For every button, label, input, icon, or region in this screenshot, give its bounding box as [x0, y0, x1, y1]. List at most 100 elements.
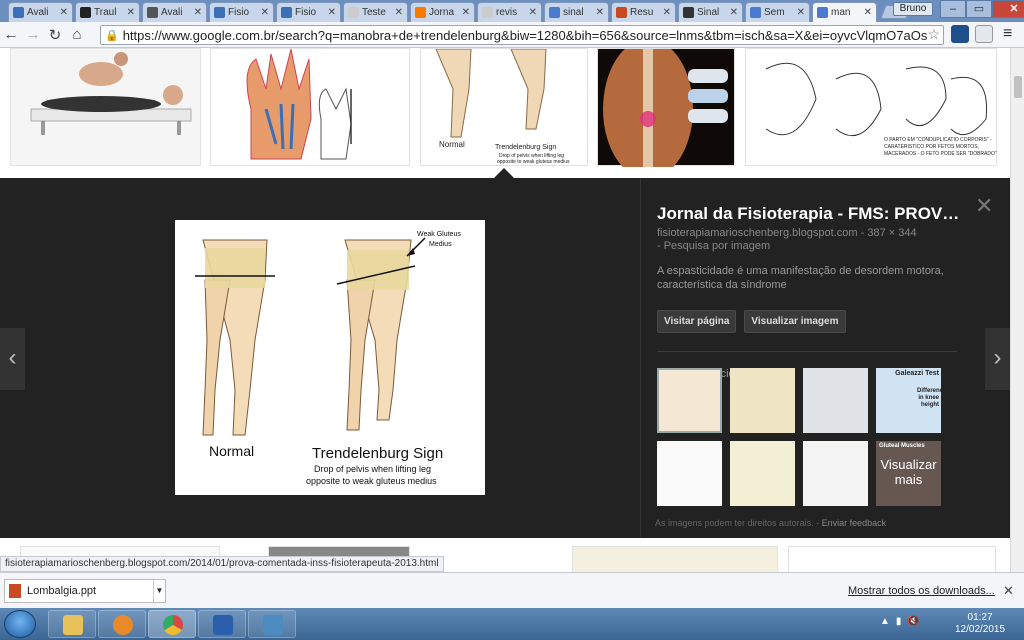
view-image-button[interactable]: Visualizar imagem	[744, 310, 846, 333]
related-image[interactable]	[730, 441, 795, 506]
svg-text:CARATERISTICO POR FETOS MORTOS: CARATERISTICO POR FETOS MORTOS,	[884, 144, 979, 150]
profile-button[interactable]: Bruno	[893, 2, 933, 16]
svg-text:O PARTO EM "CONDUPLICATIO CORP: O PARTO EM "CONDUPLICATIO CORPORIS" -	[884, 137, 992, 143]
related-gluteal-label: Gluteal Muscles	[879, 443, 925, 449]
show-hidden-icons-icon[interactable]: ▲	[880, 616, 890, 627]
tab-close-icon[interactable]: ✕	[60, 7, 68, 18]
label-normal: Normal	[209, 443, 254, 459]
volume-muted-icon[interactable]: 🔇	[907, 616, 919, 627]
related-image[interactable]	[803, 441, 868, 506]
tab-favicon-icon	[817, 7, 828, 18]
browser-tab[interactable]: Traul ✕	[75, 2, 140, 22]
taskbar-media-player[interactable]	[98, 610, 146, 638]
tab-title: Avali	[161, 7, 183, 18]
browser-tab[interactable]: Resu ✕	[611, 2, 676, 22]
tab-close-icon[interactable]: ✕	[797, 7, 805, 18]
browser-tab[interactable]: Sinal ✕	[678, 2, 743, 22]
tab-close-icon[interactable]: ✕	[127, 7, 135, 18]
image-title[interactable]: Jornal da Fisioterapia - FMS: PROV…	[657, 204, 1010, 224]
url-text: https://www.google.com.br/search?q=manob…	[122, 27, 928, 43]
tab-close-icon[interactable]: ✕	[261, 7, 269, 18]
start-button[interactable]	[4, 610, 36, 638]
tab-close-icon[interactable]: ✕	[395, 7, 403, 18]
tab-close-icon[interactable]: ✕	[328, 7, 336, 18]
result-thumb[interactable]	[10, 48, 201, 166]
back-icon[interactable]: ←	[0, 26, 22, 43]
browser-tab[interactable]: Avali ✕	[8, 2, 73, 22]
result-thumb[interactable]: O PARTO EM "CONDUPLICATIO CORPORIS" - CA…	[745, 48, 997, 166]
result-thumb[interactable]	[210, 48, 410, 166]
home-icon[interactable]: ⌂	[66, 26, 88, 43]
related-image[interactable]	[803, 368, 868, 433]
browser-tab[interactable]: revis ✕	[477, 2, 542, 22]
view-more-label: Visualizar mais	[876, 441, 941, 506]
result-thumb[interactable]	[572, 546, 778, 572]
show-all-downloads-link[interactable]: Mostrar todos os downloads...	[848, 585, 995, 597]
taskbar-photo-viewer[interactable]	[248, 610, 296, 638]
tab-close-icon[interactable]: ✕	[462, 7, 470, 18]
browser-tab[interactable]: Fisio ✕	[209, 2, 274, 22]
chrome-menu-icon[interactable]: ≡	[1003, 25, 1012, 43]
tab-close-icon[interactable]: ✕	[596, 7, 604, 18]
forward-icon[interactable]: →	[22, 26, 44, 43]
related-image[interactable]	[657, 368, 722, 433]
reload-icon[interactable]: ↻	[44, 26, 66, 44]
folder-icon	[63, 615, 83, 635]
image-info: Jornal da Fisioterapia - FMS: PROV… fisi…	[640, 178, 1010, 538]
close-download-bar-icon[interactable]: ✕	[1003, 583, 1014, 599]
clock[interactable]: 01:27 12/02/2015	[955, 612, 1005, 636]
tab-title: man	[831, 7, 851, 18]
browser-tab[interactable]: Teste ✕	[343, 2, 408, 22]
page-scrollbar[interactable]	[1010, 48, 1024, 572]
browser-tab[interactable]: Avali ✕	[142, 2, 207, 22]
tab-close-icon[interactable]: ✕	[864, 7, 872, 18]
result-thumb[interactable]	[597, 48, 735, 179]
related-image[interactable]	[657, 441, 722, 506]
maximize-button[interactable]: ▭	[966, 0, 992, 18]
browser-tab[interactable]: man ✕	[812, 2, 877, 22]
next-image-button[interactable]: ›	[985, 328, 1010, 390]
download-item[interactable]: Lombalgia.ppt ▼	[4, 579, 166, 603]
browser-tab[interactable]: sinal ✕	[544, 2, 609, 22]
feedback-link[interactable]: Enviar feedback	[822, 518, 887, 528]
tab-title: revis	[496, 7, 518, 18]
chevron-down-icon[interactable]: ▼	[153, 580, 165, 602]
search-by-image-link[interactable]: - Pesquisa por imagem	[657, 240, 1010, 252]
tab-close-icon[interactable]: ✕	[730, 7, 738, 18]
preview-image[interactable]: Weak Gluteus Medius Normal Trendelenburg…	[175, 220, 485, 495]
related-image[interactable]: Galeazzi Test Difference in knee height	[876, 368, 947, 433]
tab-close-icon[interactable]: ✕	[663, 7, 671, 18]
taskbar-explorer[interactable]	[48, 610, 96, 638]
related-knee-label: Difference in knee height	[917, 388, 947, 408]
taskbar-chrome[interactable]	[148, 610, 196, 638]
shield-extension-icon[interactable]	[975, 25, 993, 43]
tab-favicon-icon	[80, 7, 91, 18]
extension-icon[interactable]	[951, 25, 969, 43]
view-more-button[interactable]: Gluteal Muscles Visualizar mais	[876, 441, 941, 506]
rights-notice: As imagens podem ter direitos autorais. …	[655, 518, 887, 528]
previous-image-button[interactable]: ‹	[0, 328, 25, 390]
svg-text:opposite to weak gluteus mediu: opposite to weak gluteus medius	[497, 159, 570, 165]
tab-favicon-icon	[13, 7, 24, 18]
browser-tab[interactable]: Sem ✕	[745, 2, 810, 22]
address-bar[interactable]: 🔒 https://www.google.com.br/search?q=man…	[100, 25, 944, 45]
taskbar-word[interactable]	[198, 610, 246, 638]
page-content: Normal Trendelenburg Sign Drop of pelvis…	[0, 48, 1010, 572]
minimize-button[interactable]: –	[940, 0, 966, 18]
network-icon[interactable]: ▮	[896, 616, 902, 627]
related-image[interactable]	[730, 368, 795, 433]
scrollbar-thumb[interactable]	[1014, 76, 1022, 98]
tab-close-icon[interactable]: ✕	[194, 7, 202, 18]
close-icon[interactable]: ✕	[975, 193, 993, 219]
media-player-icon	[113, 615, 133, 635]
bookmark-star-icon[interactable]: ☆	[927, 26, 940, 43]
result-thumb[interactable]	[788, 546, 996, 572]
browser-tab[interactable]: Fisio ✕	[276, 2, 341, 22]
visit-page-button[interactable]: Visitar página	[657, 310, 737, 333]
tab-close-icon[interactable]: ✕	[529, 7, 537, 18]
result-thumb[interactable]: Normal Trendelenburg Sign Drop of pelvis…	[420, 48, 588, 166]
window-close-button[interactable]: ✕	[992, 0, 1024, 18]
browser-tab[interactable]: Jorna ✕	[410, 2, 475, 22]
download-bar: Lombalgia.ppt ▼ Mostrar todos os downloa…	[0, 572, 1024, 608]
image-description: A espasticidade é uma manifestação de de…	[657, 265, 944, 291]
